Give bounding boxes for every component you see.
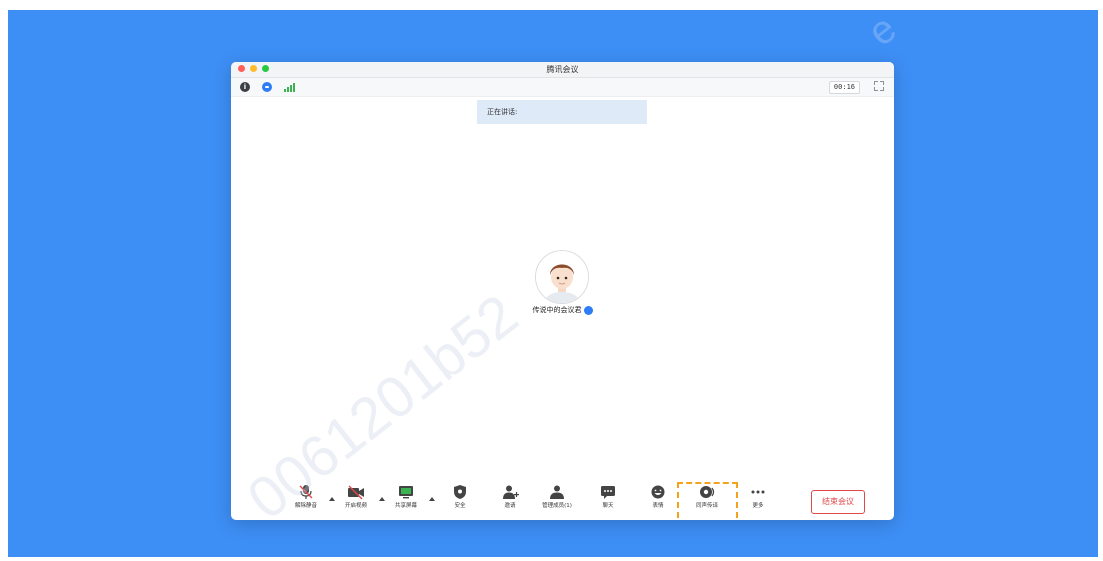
security-button[interactable]: 安全 — [443, 484, 477, 510]
participant-name-label: 传说中的会议君 — [532, 306, 582, 314]
share-screen-icon — [396, 484, 416, 500]
muted-mic-icon — [296, 484, 316, 500]
info-icon[interactable]: i — [240, 82, 250, 92]
meeting-timer: 00:16 — [828, 81, 860, 94]
meeting-window: 腾讯会议 i 00:16 正在讲话: 传说中的会议君 解除静音 开启视频 共享屏… — [231, 62, 894, 520]
unmute-button[interactable]: 解除静音 — [289, 484, 323, 510]
share-options-caret[interactable] — [429, 497, 435, 501]
host-badge-icon — [583, 305, 593, 315]
share-screen-button[interactable]: 共享屏幕 — [389, 484, 423, 510]
title-bar: 腾讯会议 — [231, 62, 894, 78]
window-title: 腾讯会议 — [546, 65, 579, 74]
manage-members-button[interactable]: 管理成员(1) — [540, 484, 574, 510]
end-meeting-button[interactable]: 结束会议 — [811, 490, 865, 514]
fullscreen-icon[interactable] — [874, 81, 884, 91]
chat-button[interactable]: 聊天 — [591, 484, 625, 510]
participant-name: 传说中的会议君 — [231, 304, 894, 316]
security-icon — [450, 484, 470, 500]
meeting-info-bar: i 00:16 — [231, 78, 894, 97]
chat-icon — [598, 484, 618, 500]
emoji-button[interactable]: 表情 — [641, 484, 675, 510]
invite-icon — [500, 484, 520, 500]
more-icon — [748, 484, 768, 500]
interpretation-highlight-box — [677, 482, 738, 520]
emoji-icon — [648, 484, 668, 500]
speaking-indicator: 正在讲话: — [477, 100, 647, 124]
shield-icon[interactable] — [262, 82, 272, 92]
signal-strength-icon[interactable] — [284, 82, 296, 92]
more-button[interactable]: 更多 — [741, 484, 775, 510]
start-video-button[interactable]: 开启视频 — [339, 484, 373, 510]
members-icon — [547, 484, 567, 500]
invite-button[interactable]: 邀请 — [493, 484, 527, 510]
video-off-icon — [346, 484, 366, 500]
video-options-caret[interactable] — [379, 497, 385, 501]
avatar — [535, 250, 589, 304]
meeting-toolbar: 解除静音 开启视频 共享屏幕 安全 邀请 管理成员(1) 聊天 表情 同声传译 … — [231, 482, 894, 520]
audio-options-caret[interactable] — [329, 497, 335, 501]
